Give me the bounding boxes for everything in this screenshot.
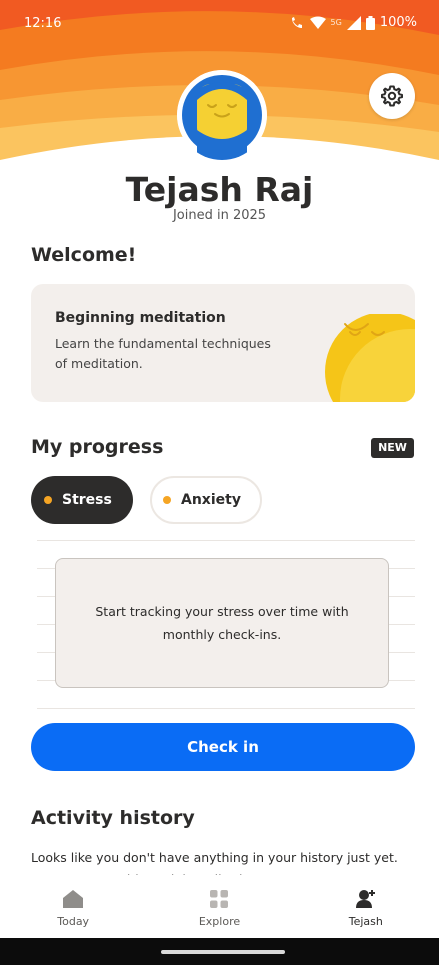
profile-name: Tejash Raj [125,170,314,209]
new-badge: NEW [371,438,414,458]
gear-icon [381,85,403,107]
welcome-heading: Welcome! [31,244,137,266]
status-bar: 12:16 5G 100% [0,0,439,48]
profile-icon [355,888,377,910]
chip-label: Stress [62,492,112,508]
status-icons: 5G 100% [289,15,417,30]
bottom-nav: Today Explore Tejash [0,876,439,938]
nav-label: Tejash [348,915,383,928]
signal-icon [346,15,361,30]
chip-dot [163,496,171,504]
chip-stress[interactable]: Stress [31,476,133,524]
avatar[interactable] [177,70,267,160]
nav-item-explore[interactable]: Explore [146,876,292,938]
course-card[interactable]: Beginning meditation Learn the fundament… [31,284,415,402]
home-indicator[interactable] [161,950,285,954]
nav-item-profile[interactable]: Tejash [293,876,439,938]
progress-heading: My progress [31,436,164,458]
chip-label: Anxiety [181,492,241,508]
nav-label: Today [57,915,90,928]
smiling-face-avatar-icon [177,70,267,160]
battery-level: 100% [379,15,417,30]
tracking-message: Start tracking your stress over time wit… [95,604,349,642]
course-title: Beginning meditation [55,310,226,326]
home-icon [62,888,84,910]
status-time: 12:16 [24,16,62,31]
activity-heading: Activity history [31,807,195,829]
course-description: Learn the fundamental techniques of medi… [55,336,271,371]
battery-icon [365,15,375,30]
wifi-icon [309,16,326,29]
check-in-button[interactable]: Check in [31,723,415,771]
nav-item-today[interactable]: Today [0,876,146,938]
grid-icon [209,888,229,910]
meditation-face-illustration [325,314,415,402]
chip-anxiety[interactable]: Anxiety [150,476,262,524]
joined-date: Joined in 2025 [172,208,267,223]
settings-button[interactable] [369,73,415,119]
nav-label: Explore [198,915,241,928]
network-type: 5G [330,18,342,27]
tracking-empty-card: Start tracking your stress over time wit… [55,558,389,688]
activity-description: Looks like you don't have anything in yo… [31,850,398,875]
system-navigation-bar [0,938,439,965]
call-icon [291,16,302,28]
chip-dot [44,496,52,504]
